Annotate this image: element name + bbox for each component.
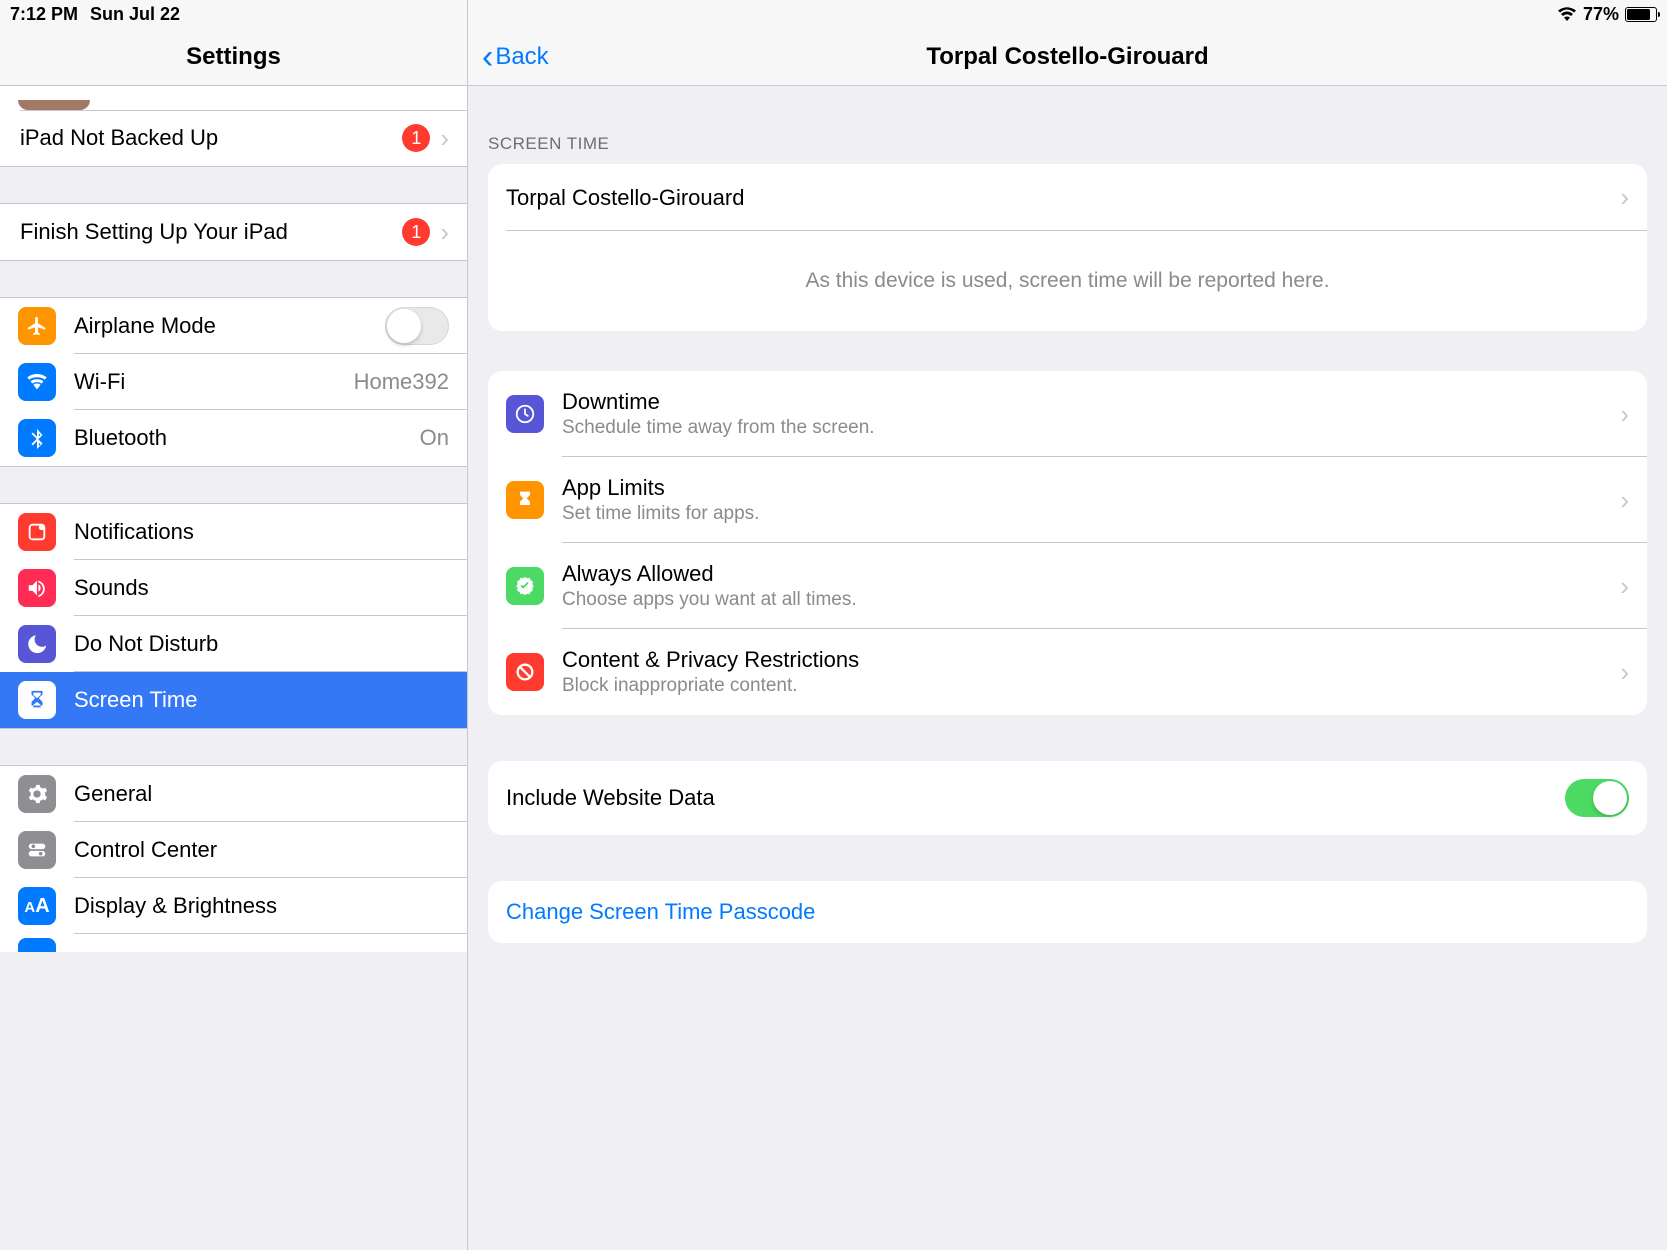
placeholder-note: As this device is used, screen time will… (488, 231, 1647, 331)
moon-icon (18, 625, 56, 663)
change-passcode-row[interactable]: Change Screen Time Passcode (488, 881, 1647, 943)
row-subtitle: Schedule time away from the screen. (562, 417, 875, 439)
chevron-right-icon: › (1620, 182, 1629, 213)
notifications-icon (18, 513, 56, 551)
status-bar: 7:12 PM Sun Jul 22 77% (0, 0, 1667, 28)
back-label: Back (495, 43, 548, 71)
status-date: Sun Jul 22 (90, 4, 180, 25)
label: Control Center (74, 837, 217, 863)
settings-sidebar: Settings iPad Not Backed Up 1 › Finish S… (0, 0, 468, 1250)
row-title: Include Website Data (506, 785, 715, 811)
content-pane: ‹ Back Torpal Costello-Girouard SCREEN T… (468, 0, 1667, 1250)
finish-setup-row[interactable]: Finish Setting Up Your iPad 1 › (0, 204, 467, 260)
chevron-right-icon: › (1620, 571, 1629, 602)
device-report-row[interactable]: Torpal Costello-Girouard › (488, 164, 1647, 231)
display-row[interactable]: AA Display & Brightness (0, 878, 467, 934)
include-website-data-row[interactable]: Include Website Data (488, 761, 1647, 835)
no-symbol-icon (506, 653, 544, 691)
bluetooth-value: On (420, 425, 449, 451)
label: Airplane Mode (74, 313, 216, 339)
airplane-mode-row[interactable]: Airplane Mode (0, 298, 467, 354)
avatar-icon (18, 100, 90, 110)
label: Sounds (74, 575, 149, 601)
label: iPad Not Backed Up (20, 125, 218, 151)
bluetooth-row[interactable]: Bluetooth On (0, 410, 467, 466)
notification-badge: 1 (402, 218, 430, 246)
wifi-icon (1557, 7, 1577, 22)
row-subtitle: Choose apps you want at all times. (562, 589, 857, 611)
downtime-row[interactable]: Downtime Schedule time away from the scr… (488, 371, 1647, 457)
screen-time-options-panel: Downtime Schedule time away from the scr… (488, 371, 1647, 715)
label: Display & Brightness (74, 893, 277, 919)
gear-icon (18, 775, 56, 813)
label: Finish Setting Up Your iPad (20, 219, 288, 245)
toggles-icon (18, 831, 56, 869)
control-center-row[interactable]: Control Center (0, 822, 467, 878)
chevron-left-icon: ‹ (482, 47, 493, 67)
label: Do Not Disturb (74, 631, 218, 657)
downtime-icon (506, 395, 544, 433)
change-passcode-label: Change Screen Time Passcode (506, 899, 815, 925)
chevron-right-icon: › (440, 217, 449, 248)
passcode-panel: Change Screen Time Passcode (488, 881, 1647, 943)
chevron-right-icon: › (440, 123, 449, 154)
textsize-icon: AA (18, 887, 56, 925)
label: General (74, 781, 152, 807)
chevron-right-icon: › (1620, 657, 1629, 688)
general-row[interactable]: General (0, 766, 467, 822)
partial-icon (18, 938, 56, 952)
row-title: Content & Privacy Restrictions (562, 647, 859, 673)
always-allowed-row[interactable]: Always Allowed Choose apps you want at a… (488, 543, 1647, 629)
checkmark-badge-icon (506, 567, 544, 605)
row-title: Downtime (562, 389, 875, 415)
screen-time-row[interactable]: Screen Time (0, 672, 467, 728)
notification-badge: 1 (402, 124, 430, 152)
page-title: Torpal Costello-Girouard (926, 43, 1208, 71)
chevron-right-icon: › (1620, 485, 1629, 516)
notifications-row[interactable]: Notifications (0, 504, 467, 560)
sounds-icon (18, 569, 56, 607)
device-name-label: Torpal Costello-Girouard (506, 185, 744, 211)
row-title: Always Allowed (562, 561, 857, 587)
include-website-toggle[interactable] (1565, 779, 1629, 817)
partial-row[interactable] (0, 934, 467, 952)
chevron-right-icon: › (1620, 399, 1629, 430)
sounds-row[interactable]: Sounds (0, 560, 467, 616)
hourglass-icon (506, 481, 544, 519)
bluetooth-icon (18, 419, 56, 457)
label: Bluetooth (74, 425, 167, 451)
wifi-value: Home392 (354, 369, 449, 395)
screen-time-section-header: SCREEN TIME (468, 86, 1667, 164)
website-data-panel: Include Website Data (488, 761, 1647, 835)
wifi-row[interactable]: Wi-Fi Home392 (0, 354, 467, 410)
content-restrictions-row[interactable]: Content & Privacy Restrictions Block ina… (488, 629, 1647, 715)
label: Notifications (74, 519, 194, 545)
row-subtitle: Set time limits for apps. (562, 503, 759, 525)
status-time: 7:12 PM (10, 4, 78, 25)
row-title: App Limits (562, 475, 759, 501)
airplane-icon (18, 307, 56, 345)
dnd-row[interactable]: Do Not Disturb (0, 616, 467, 672)
airplane-toggle[interactable] (385, 307, 449, 345)
back-button[interactable]: ‹ Back (482, 43, 549, 71)
ipad-not-backed-up-row[interactable]: iPad Not Backed Up 1 › (0, 110, 467, 166)
battery-icon (1625, 7, 1657, 22)
app-limits-row[interactable]: App Limits Set time limits for apps. › (488, 457, 1647, 543)
battery-percent: 77% (1583, 4, 1619, 25)
label: Screen Time (74, 687, 198, 713)
account-row[interactable] (0, 86, 467, 110)
label: Wi-Fi (74, 369, 125, 395)
hourglass-icon (18, 681, 56, 719)
screen-time-report-panel: Torpal Costello-Girouard › As this devic… (488, 164, 1647, 331)
wifi-icon (18, 363, 56, 401)
row-subtitle: Block inappropriate content. (562, 675, 859, 697)
